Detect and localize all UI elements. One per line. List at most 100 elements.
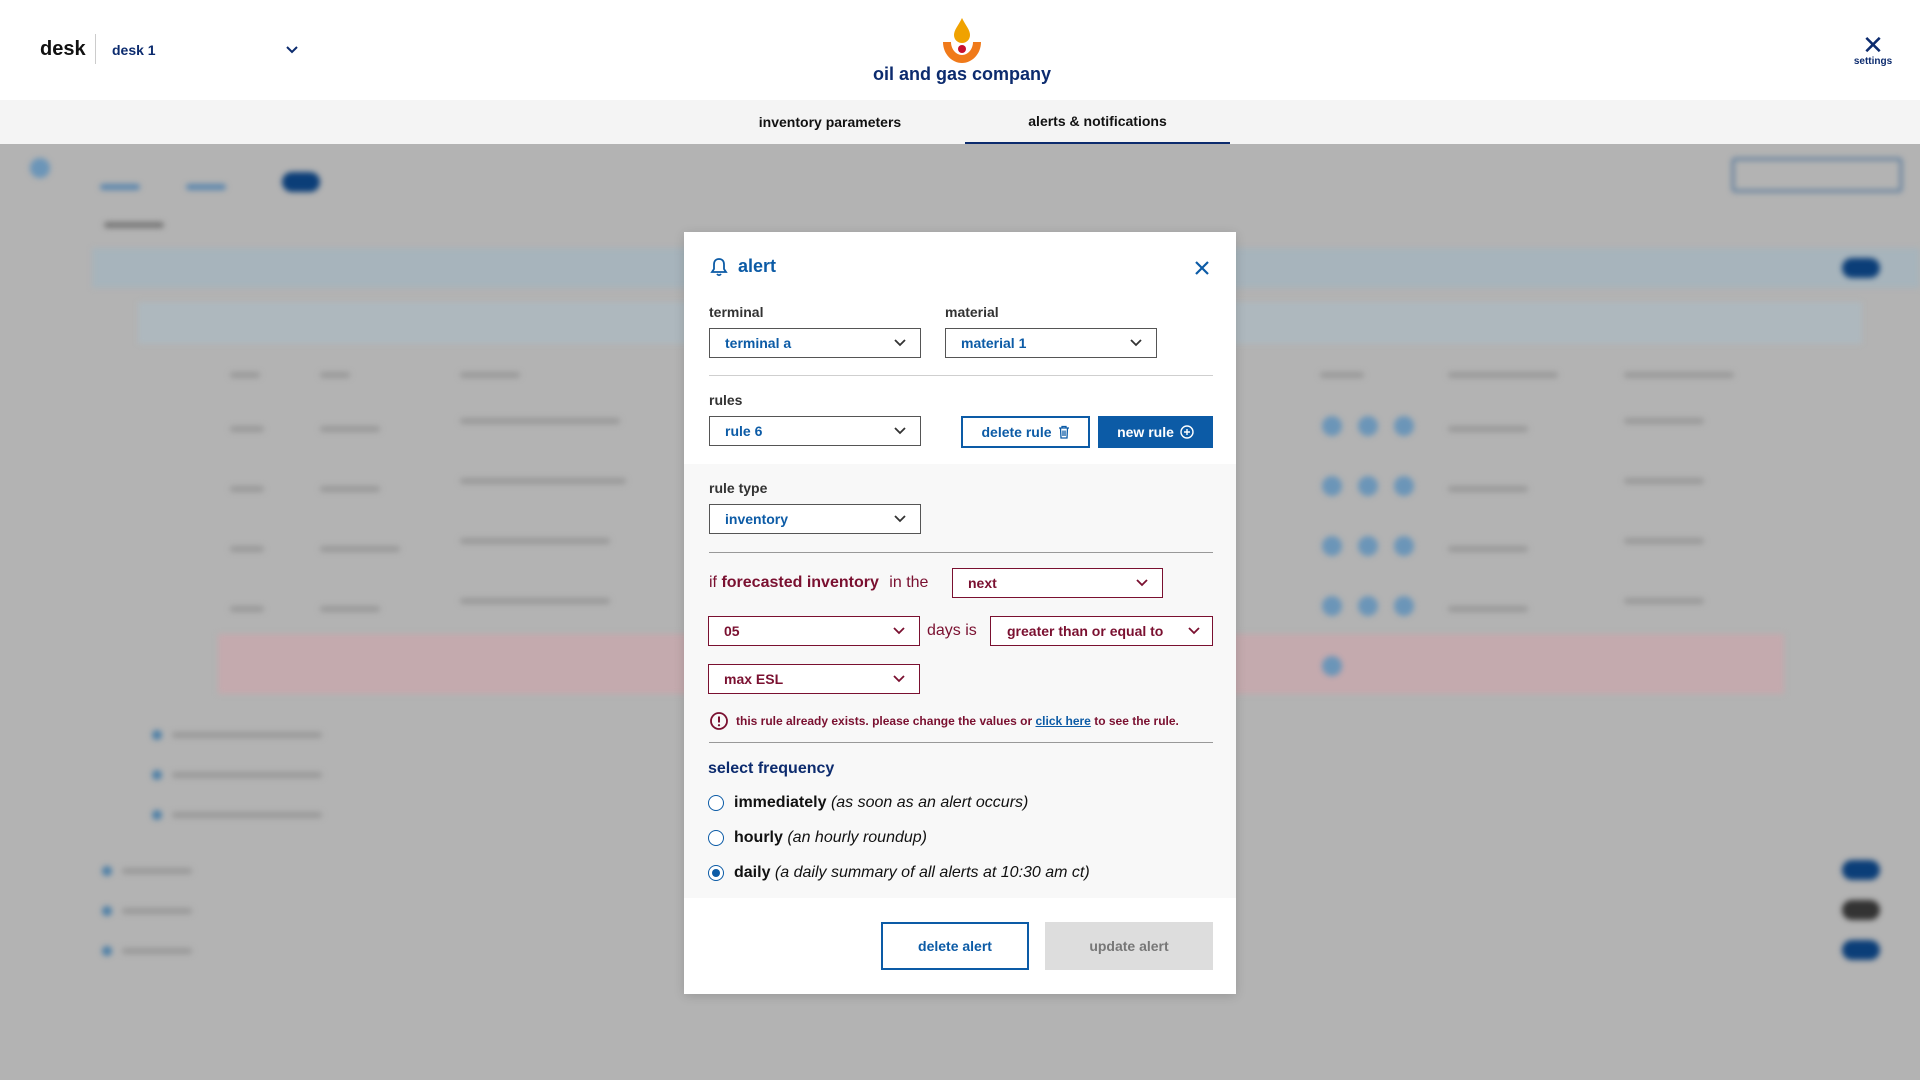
chevron-down-icon — [1130, 339, 1142, 347]
bg-placeholder — [122, 868, 192, 874]
terminal-select[interactable]: terminal a — [709, 328, 921, 358]
exclamation-circle-icon — [710, 712, 728, 730]
delete-rule-label: delete rule — [981, 424, 1052, 440]
close-icon — [1195, 261, 1209, 275]
error-prefix: this rule already exists. please change … — [736, 714, 1033, 728]
condition-metric: forecasted inventory — [721, 574, 879, 591]
material-label: material — [945, 304, 999, 320]
desk-label: desk — [40, 38, 86, 60]
desk-select[interactable]: desk 1 — [112, 30, 298, 70]
bg-dot — [152, 810, 162, 820]
bg-toggle — [1842, 258, 1880, 278]
bg-placeholder — [230, 426, 264, 432]
chevron-down-icon — [1136, 579, 1148, 587]
bg-icon — [1322, 596, 1342, 616]
bg-placeholder — [460, 478, 626, 484]
operator-select-value: greater than or equal to — [1007, 623, 1164, 639]
chevron-down-icon — [894, 515, 906, 523]
threshold-select[interactable]: max ESL — [708, 664, 920, 694]
bg-placeholder — [1448, 426, 1528, 432]
bg-placeholder — [460, 598, 610, 604]
bg-icon — [1394, 596, 1414, 616]
bg-dot — [102, 946, 112, 956]
bg-placeholder — [100, 184, 140, 190]
frequency-option-hourly[interactable]: hourly (an hourly roundup) — [708, 829, 927, 847]
desk-divider — [95, 34, 96, 64]
radio-button[interactable] — [708, 795, 724, 811]
bg-icon — [1358, 536, 1378, 556]
bg-placeholder — [1624, 538, 1704, 544]
tab-inventory-parameters[interactable]: inventory parameters — [700, 100, 960, 144]
bg-dot — [102, 866, 112, 876]
bg-placeholder — [230, 372, 260, 378]
new-rule-label: new rule — [1117, 424, 1174, 440]
frequency-option-immediately[interactable]: immediately (as soon as an alert occurs) — [708, 794, 1028, 812]
bg-button — [1732, 158, 1902, 192]
radio-button-selected[interactable] — [708, 865, 724, 881]
delete-alert-button[interactable]: delete alert — [881, 922, 1029, 970]
delete-rule-button[interactable]: delete rule — [961, 416, 1090, 448]
bg-placeholder — [1624, 418, 1704, 424]
brand-name: oil and gas company — [872, 64, 1052, 84]
close-icon: ✕ — [1862, 30, 1884, 60]
rule-type-select-value: inventory — [725, 511, 789, 527]
tab-alerts-notifications[interactable]: alerts & notifications — [965, 100, 1230, 144]
operator-select[interactable]: greater than or equal to — [990, 616, 1213, 646]
bg-placeholder — [172, 772, 322, 778]
modal-close-button[interactable] — [1190, 256, 1214, 280]
bg-dot — [102, 906, 112, 916]
bg-toggle — [282, 172, 320, 192]
bg-placeholder — [460, 418, 620, 424]
rule-type-select[interactable]: inventory — [709, 504, 921, 534]
bg-placeholder — [1624, 372, 1734, 378]
oil-drop-logo-icon — [943, 18, 981, 63]
bg-placeholder — [1448, 546, 1528, 552]
days-select-value: 05 — [724, 623, 740, 639]
bg-placeholder — [320, 546, 400, 552]
bg-icon — [1322, 476, 1342, 496]
chevron-down-icon — [894, 339, 906, 347]
bg-icon — [1322, 656, 1342, 676]
bg-dot — [152, 730, 162, 740]
option-description: (as soon as an alert occurs) — [830, 794, 1029, 811]
bg-icon — [1358, 476, 1378, 496]
bg-placeholder — [1448, 372, 1558, 378]
bg-placeholder — [104, 222, 164, 228]
bg-placeholder — [122, 948, 192, 954]
update-alert-button[interactable]: update alert — [1045, 922, 1213, 970]
bg-placeholder — [230, 546, 264, 552]
bg-icon — [1322, 536, 1342, 556]
bg-placeholder — [230, 486, 264, 492]
rules-label: rules — [709, 392, 743, 408]
tab-bar: inventory parameters alerts & notificati… — [0, 100, 1920, 144]
option-label: hourly — [734, 829, 783, 846]
settings-label: settings — [1853, 56, 1893, 67]
rules-select[interactable]: rule 6 — [709, 416, 921, 446]
days-is-text: days is — [927, 622, 977, 639]
option-label: immediately — [734, 794, 827, 811]
days-select[interactable]: 05 — [708, 616, 920, 646]
filter-icon — [30, 158, 50, 178]
period-select[interactable]: next — [952, 568, 1163, 598]
material-select[interactable]: material 1 — [945, 328, 1157, 358]
trash-icon — [1058, 425, 1069, 439]
radio-button[interactable] — [708, 830, 724, 846]
terminal-select-value: terminal a — [725, 335, 792, 351]
bg-placeholder — [320, 486, 380, 492]
terminal-label: terminal — [709, 304, 764, 320]
desk-select-value: desk 1 — [112, 42, 156, 58]
view-rule-link[interactable]: click here — [1035, 714, 1090, 728]
new-rule-button[interactable]: new rule — [1098, 416, 1213, 448]
alert-modal: alert terminal terminal a material mater… — [684, 232, 1236, 994]
chevron-down-icon — [893, 675, 905, 683]
bg-icon — [1394, 416, 1414, 436]
chevron-down-icon — [286, 46, 298, 54]
settings-button[interactable]: ✕ settings — [1850, 30, 1896, 74]
frequency-option-daily[interactable]: daily (a daily summary of all alerts at … — [708, 864, 1090, 882]
bg-placeholder — [122, 908, 192, 914]
bg-toggle — [1842, 860, 1880, 880]
bg-placeholder — [172, 732, 322, 738]
bg-placeholder — [1448, 606, 1528, 612]
bg-placeholder — [1448, 486, 1528, 492]
frequency-title: select frequency — [708, 760, 835, 777]
